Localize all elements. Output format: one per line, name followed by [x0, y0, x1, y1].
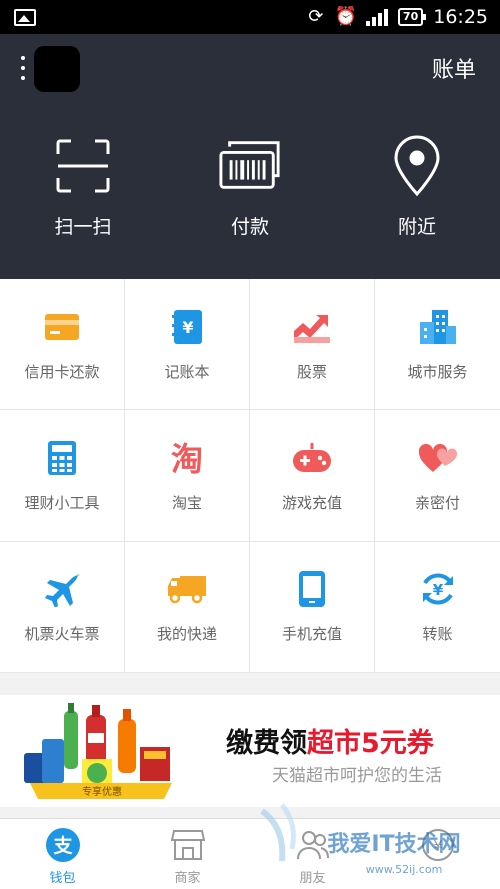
service-taobao[interactable]: 淘 淘宝: [125, 410, 250, 542]
supermarket-goods-image: 专享优惠: [24, 703, 172, 799]
tab-label: 钱包: [49, 871, 76, 886]
tab-friends[interactable]: 朋友: [250, 819, 375, 889]
image-notification-icon: [14, 9, 36, 26]
service-label: 我的快递: [156, 625, 217, 644]
storefront-icon: [170, 827, 206, 863]
nearby-button[interactable]: 附近: [347, 134, 487, 239]
service-game-recharge[interactable]: 游戏充值: [250, 410, 375, 542]
service-label: 手机充值: [281, 625, 342, 644]
friends-icon: [295, 827, 331, 863]
tab-merchants[interactable]: 商家: [125, 819, 250, 889]
promo-banner[interactable]: 专享优惠 缴费领超市5元券 天猫超市呵护您的生活: [0, 695, 500, 807]
bottom-tab-bar: 支 钱包 商家 朋友 ¥: [0, 818, 500, 889]
service-credit-card-repay[interactable]: 信用卡还款: [0, 279, 125, 411]
service-intimate-pay[interactable]: 亲密付: [375, 410, 500, 542]
exclusive-offer-badge: 专享优惠: [82, 785, 122, 798]
gamepad-icon: [292, 438, 332, 478]
money-icon: ¥: [420, 827, 456, 863]
service-mobile-recharge[interactable]: 手机充值: [250, 541, 375, 673]
transfer-icon: ¥: [418, 569, 458, 609]
sync-icon: ⟳: [308, 6, 324, 27]
ledger-icon: ¥: [167, 307, 207, 347]
taobao-icon: 淘: [167, 438, 207, 478]
service-label: 城市服务: [407, 362, 468, 381]
banner-subtitle: 天猫超市呵护您的生活: [272, 766, 442, 786]
service-label: 理财小工具: [24, 493, 100, 512]
tab-money[interactable]: ¥: [375, 819, 500, 889]
service-stock[interactable]: 股票: [250, 279, 375, 411]
svg-text:支: 支: [52, 835, 73, 857]
service-ledger[interactable]: ¥ 记账本: [125, 279, 250, 411]
avatar[interactable]: [34, 46, 80, 92]
clock-time: 16:25: [433, 6, 488, 28]
service-finance-tools[interactable]: 理财小工具: [0, 410, 125, 542]
nearby-label: 附近: [397, 216, 436, 238]
svg-text:¥: ¥: [182, 318, 193, 337]
delivery-truck-icon: [167, 569, 207, 609]
mobile-phone-icon: [292, 569, 332, 609]
svg-text:¥: ¥: [432, 581, 443, 599]
service-label: 信用卡还款: [24, 362, 100, 381]
service-label: 淘宝: [171, 493, 202, 512]
pay-label: 付款: [230, 216, 269, 238]
barcode-icon: [218, 134, 282, 198]
status-bar: ⟳ ⏰ 70 16:25: [0, 0, 500, 34]
wallet-header: 账单 扫一扫 付款 附近: [0, 34, 500, 279]
banner-title-prefix: 缴费领: [226, 728, 307, 759]
svg-text:淘: 淘: [171, 441, 203, 475]
services-grid: 信用卡还款 ¥ 记账本 股票 城市服务 理财小工具 淘 淘宝 游戏充值 亲密付 …: [0, 279, 500, 673]
service-label: 转账: [422, 625, 453, 644]
service-label: 亲密付: [414, 493, 460, 512]
service-my-delivery[interactable]: 我的快递: [125, 541, 250, 673]
wallet-alipay-icon: 支: [45, 827, 81, 863]
tab-wallet[interactable]: 支 钱包: [0, 819, 125, 889]
hearts-icon: [418, 438, 458, 478]
credit-card-icon: [42, 307, 82, 347]
service-label: 游戏充值: [281, 493, 342, 512]
scan-icon: [51, 134, 115, 198]
calculator-icon: [42, 438, 82, 478]
service-label: 股票: [296, 362, 327, 381]
bill-button[interactable]: 账单: [432, 52, 476, 84]
city-buildings-icon: [418, 307, 458, 347]
scan-label: 扫一扫: [54, 216, 112, 238]
tab-label: 商家: [174, 871, 201, 886]
battery-icon: 70: [397, 8, 427, 26]
signal-strength-icon: [365, 8, 388, 26]
banner-title-highlight: 超市5元券: [307, 728, 434, 759]
tab-label: 朋友: [299, 871, 326, 886]
service-city-services[interactable]: 城市服务: [375, 279, 500, 411]
scan-button[interactable]: 扫一扫: [13, 134, 153, 239]
alarm-clock-icon: ⏰: [334, 6, 358, 27]
service-label: 机票火车票: [24, 625, 100, 644]
stock-chart-icon: [292, 307, 332, 347]
more-menu-icon[interactable]: [20, 56, 26, 80]
service-flight-train-tickets[interactable]: 机票火车票: [0, 541, 125, 673]
pay-button[interactable]: 付款: [180, 134, 320, 239]
airplane-icon: [42, 569, 82, 609]
banner-title: 缴费领超市5元券: [226, 721, 434, 760]
service-label: 记账本: [164, 362, 210, 381]
svg-text:¥: ¥: [433, 837, 443, 855]
location-pin-icon: [385, 134, 449, 198]
service-transfer[interactable]: ¥ 转账: [375, 542, 500, 673]
